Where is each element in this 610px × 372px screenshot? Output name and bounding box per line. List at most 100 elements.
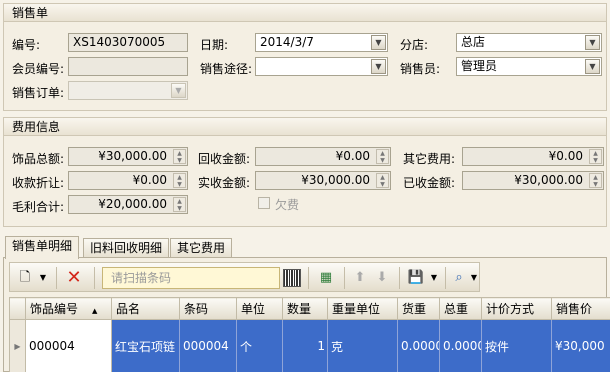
new-button[interactable]: 🗋 (14, 267, 36, 289)
chevron-down-icon: ▼ (470, 273, 478, 282)
column-header[interactable]: 重量单位 (327, 297, 398, 320)
spin-down-icon: ▼ (593, 157, 598, 164)
tab-other-fees[interactable]: 其它费用 (170, 238, 233, 258)
jewelry-total-label: 饰品总额: (12, 152, 65, 166)
spin-up-icon: ▲ (177, 174, 182, 181)
delete-button[interactable]: ✕ (62, 267, 86, 289)
date-picker[interactable]: 2014/3/7 ▼ (255, 33, 388, 52)
received-spinner[interactable]: ▲ ▼ (589, 173, 602, 188)
column-header[interactable]: 条码 (179, 297, 237, 320)
discount-label: 收款折让: (12, 176, 65, 190)
spin-up-icon: ▲ (380, 174, 385, 181)
arrow-down-circle-icon: ⬇ (376, 270, 388, 285)
find-dropdown-button[interactable]: ▼ (469, 267, 479, 289)
new-document-icon: 🗋 (19, 270, 31, 285)
order-select[interactable]: ▼ (68, 81, 188, 100)
grid-cell[interactable]: 0.0000 (439, 319, 482, 372)
spreadsheet-icon: ▦ (319, 270, 333, 285)
store-select[interactable]: 总店 ▼ (456, 33, 602, 52)
save-dropdown-button[interactable]: ▼ (428, 267, 440, 289)
date-label: 日期: (200, 38, 229, 52)
jewelry-total-field[interactable]: ¥30,000.00 ▲ ▼ (68, 147, 188, 166)
grid-cell[interactable]: 1 (282, 319, 328, 372)
spin-down-icon: ▼ (177, 157, 182, 164)
find-button[interactable]: ⌕ (450, 267, 468, 289)
column-header[interactable]: 单位 (236, 297, 283, 320)
profit-spinner[interactable]: ▲ ▼ (173, 197, 186, 212)
recycle-spinner[interactable]: ▲ ▼ (376, 149, 389, 164)
channel-label: 销售途径: (200, 62, 253, 76)
actual-field[interactable]: ¥30,000.00 ▲ ▼ (255, 171, 391, 190)
recycle-field[interactable]: ¥0.00 ▲ ▼ (255, 147, 391, 166)
discount-spinner[interactable]: ▲ ▼ (173, 173, 186, 188)
channel-dropdown-button[interactable]: ▼ (371, 59, 386, 74)
row-indicator[interactable]: ▶ (9, 319, 26, 372)
grid-cell[interactable]: ¥30,000 (551, 319, 610, 372)
grid-cell[interactable]: 000004 (25, 319, 112, 372)
number-field[interactable]: XS1403070005 (68, 33, 188, 52)
order-dropdown-button[interactable]: ▼ (171, 83, 186, 98)
profit-field[interactable]: ¥20,000.00 ▲ ▼ (68, 195, 188, 214)
chevron-down-icon: ▼ (375, 38, 382, 47)
spin-down-icon: ▼ (593, 181, 598, 188)
save-button[interactable]: 💾 (405, 267, 427, 289)
column-header[interactable]: 饰品编号 ▲ (25, 297, 112, 320)
grid-cell[interactable]: 红宝石项链 (111, 319, 180, 372)
actual-spinner[interactable]: ▲ ▼ (376, 173, 389, 188)
column-header[interactable]: 计价方式 (481, 297, 552, 320)
salesman-dropdown-button[interactable]: ▼ (585, 59, 600, 74)
move-down-button[interactable]: ⬇ (372, 267, 392, 289)
other-fee-spinner[interactable]: ▲ ▼ (589, 149, 602, 164)
column-header[interactable]: 品名 (111, 297, 180, 320)
column-header[interactable]: 货重 (397, 297, 440, 320)
barcode-scan-input[interactable]: 请扫描条码 (102, 267, 280, 289)
member-label: 会员编号: (12, 62, 65, 76)
barcode-icon[interactable] (283, 269, 301, 287)
table-row[interactable]: ▶ 000004 红宝石项链 000004 个 1 克 0.0000 0.000… (9, 319, 610, 372)
tab-sales-detail[interactable]: 销售单明细 (5, 236, 80, 259)
sales-group-title: 销售单 (4, 4, 606, 22)
grid-cell[interactable]: 按件 (481, 319, 552, 372)
date-dropdown-button[interactable]: ▼ (371, 35, 386, 50)
spreadsheet-button[interactable]: ▦ (314, 267, 338, 289)
save-disk-icon: 💾 (407, 270, 425, 285)
move-up-button[interactable]: ⬆ (350, 267, 370, 289)
recycle-value: ¥0.00 (335, 149, 370, 163)
grid-cell[interactable]: 克 (327, 319, 398, 372)
new-dropdown-button[interactable]: ▼ (37, 267, 49, 289)
chevron-down-icon: ▼ (175, 86, 182, 95)
other-fee-field[interactable]: ¥0.00 ▲ ▼ (462, 147, 604, 166)
tab-recycle-detail[interactable]: 旧料回收明细 (83, 238, 170, 258)
column-header[interactable]: 总重 (439, 297, 482, 320)
jewelry-total-value: ¥30,000.00 (98, 149, 167, 163)
chevron-down-icon: ▼ (589, 62, 596, 71)
delete-x-icon: ✕ (66, 267, 82, 288)
spin-down-icon: ▼ (177, 205, 182, 212)
salesman-select[interactable]: 管理员 ▼ (456, 57, 602, 76)
spin-up-icon: ▲ (593, 150, 598, 157)
store-dropdown-button[interactable]: ▼ (585, 35, 600, 50)
sales-detail-grid: 饰品编号 ▲ 品名 条码 单位 数量 重量单位 货重 总重 计价方式 销售价 ▶ … (9, 297, 610, 372)
magnifier-icon: ⌕ (455, 270, 463, 285)
row-pointer-icon: ▶ (14, 341, 21, 351)
owed-checkbox[interactable] (258, 197, 270, 209)
grid-corner-cell (9, 297, 26, 320)
received-label: 已收金额: (403, 176, 456, 190)
grid-cell[interactable]: 000004 (179, 319, 237, 372)
date-value: 2014/3/7 (260, 35, 314, 49)
salesman-label: 销售员: (400, 62, 441, 76)
grid-header-row: 饰品编号 ▲ 品名 条码 单位 数量 重量单位 货重 总重 计价方式 销售价 (9, 297, 610, 320)
discount-field[interactable]: ¥0.00 ▲ ▼ (68, 171, 188, 190)
other-fee-label: 其它费用: (403, 152, 456, 166)
received-field[interactable]: ¥30,000.00 ▲ ▼ (462, 171, 604, 190)
channel-select[interactable]: ▼ (255, 57, 388, 76)
discount-value: ¥0.00 (132, 173, 167, 187)
profit-value: ¥20,000.00 (98, 197, 167, 211)
grid-cell[interactable]: 0.0000 (397, 319, 440, 372)
grid-cell[interactable]: 个 (236, 319, 283, 372)
column-header[interactable]: 销售价 (551, 297, 610, 320)
jewelry-total-spinner[interactable]: ▲ ▼ (173, 149, 186, 164)
column-header[interactable]: 数量 (282, 297, 328, 320)
arrow-up-circle-icon: ⬆ (354, 270, 366, 285)
member-field[interactable] (68, 57, 188, 76)
